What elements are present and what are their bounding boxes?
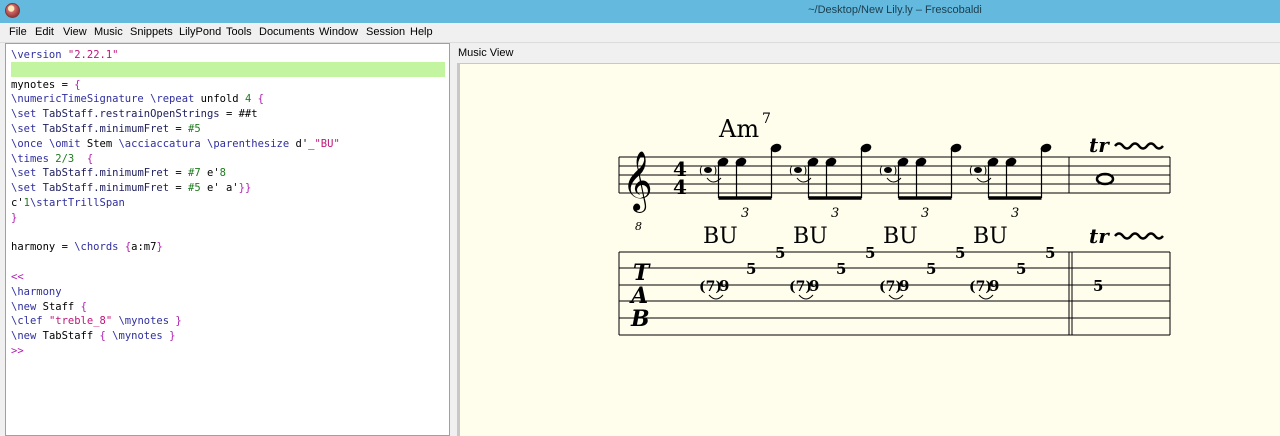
grace-notehead (884, 167, 892, 173)
tab-slur (978, 294, 994, 300)
current-line-highlight (11, 62, 445, 77)
menu-window[interactable]: Window (319, 26, 358, 38)
code-line[interactable]: harmony = \chords {a:m7} (11, 240, 163, 255)
menu-tools[interactable]: Tools (226, 26, 252, 38)
treble-clef-icon: 𝄞 (622, 151, 653, 213)
menu-lilypond[interactable]: LilyPond (179, 26, 221, 38)
tab-fret: 5 (1016, 260, 1026, 278)
grace-paren: ( (699, 164, 703, 177)
tuplet-number: 3 (921, 206, 929, 221)
music-view-label: Music View (458, 47, 514, 59)
bend-text: BU (973, 224, 1008, 249)
tab-measure2-fret: 5 (1093, 277, 1103, 295)
code-line[interactable]: c'1\startTrillSpan (11, 196, 125, 211)
code-line[interactable]: \new Staff { (11, 300, 87, 315)
code-line[interactable]: << (11, 270, 24, 285)
tab-slur (708, 294, 724, 300)
grace-paren: ) (983, 164, 987, 177)
code-line[interactable]: mynotes = { (11, 78, 81, 93)
menu-documents[interactable]: Documents (259, 26, 315, 38)
tab-slur (888, 294, 904, 300)
tab-slur (798, 294, 814, 300)
code-editor[interactable]: \version "2.22.1" mynotes = {\numericTime… (5, 43, 450, 436)
code-line[interactable]: \version "2.22.1" (11, 48, 118, 63)
grace-notehead (794, 167, 802, 173)
trill-wave-tab (1114, 232, 1164, 240)
grace-paren: ) (893, 164, 897, 177)
tab-fret: 9 (899, 277, 909, 295)
menu-snippets[interactable]: Snippets (130, 26, 173, 38)
code-line[interactable]: \set TabStaff.restrainOpenStrings = ##t (11, 107, 258, 122)
code-line[interactable]: \harmony (11, 285, 62, 300)
tab-fret: 5 (836, 260, 846, 278)
menu-music[interactable]: Music (94, 26, 123, 38)
menu-bar: File Edit View Music Snippets LilyPond T… (0, 23, 1280, 43)
tab-fret: 5 (746, 260, 756, 278)
bend-text: BU (793, 224, 828, 249)
menu-help[interactable]: Help (410, 26, 433, 38)
music-view-panel: Music View Am 7 𝄞 8 4 4 ()3()3()3()3 (455, 43, 1280, 436)
menu-file[interactable]: File (9, 26, 27, 38)
bend-text: BU (703, 224, 738, 249)
tab-fret: 5 (865, 244, 875, 262)
treble-notes: () 3 () 3 () 3 () 3 (699, 143, 1052, 221)
tab-fret: 9 (809, 277, 819, 295)
trill-symbol-tab: tr (1089, 224, 1110, 248)
grace-notehead (704, 167, 712, 173)
grace-paren: ( (969, 164, 973, 177)
tab-fret: 5 (1045, 244, 1055, 262)
code-line[interactable]: \clef "treble_8" \mynotes } (11, 314, 182, 329)
time-signature-bottom: 4 (673, 175, 687, 199)
menu-session[interactable]: Session (366, 26, 405, 38)
grace-paren: ) (713, 164, 717, 177)
code-line[interactable]: \new TabStaff { \mynotes } (11, 329, 175, 344)
code-line[interactable]: \set TabStaff.minimumFret = #5 e' a'}} (11, 181, 251, 196)
tuplet-number: 3 (831, 206, 839, 221)
menu-edit[interactable]: Edit (35, 26, 54, 38)
tab-fret: 5 (955, 244, 965, 262)
grace-notehead (974, 167, 982, 173)
tab-fret: 9 (719, 277, 729, 295)
tab-fret: 5 (775, 244, 785, 262)
code-line[interactable]: >> (11, 344, 24, 359)
tuplet-number: 3 (741, 206, 749, 221)
tab-clef-b: B (630, 306, 650, 332)
bend-text: BU (883, 224, 918, 249)
code-line[interactable]: \numericTimeSignature \repeat unfold 4 { (11, 92, 264, 107)
code-line[interactable]: \once \omit Stem \acciaccatura \parenthe… (11, 137, 340, 152)
grace-paren: ) (803, 164, 807, 177)
trill-wave-staff (1114, 142, 1164, 150)
code-line[interactable]: \set TabStaff.minimumFret = #5 (11, 122, 201, 137)
code-line[interactable]: \times 2/3 { (11, 152, 93, 167)
score: Am 7 𝄞 8 4 4 ()3()3()3()3 tr BU BU BU… (618, 111, 1171, 336)
code-line[interactable]: } (11, 211, 17, 226)
tuplet-number: 3 (1011, 206, 1019, 221)
music-view-canvas[interactable]: Am 7 𝄞 8 4 4 () 3() 3() 3() 3 tr BU BU B… (457, 63, 1280, 436)
grace-paren: ( (879, 164, 883, 177)
grace-paren: ( (789, 164, 793, 177)
clef-octave-mark: 8 (635, 220, 642, 233)
code-line[interactable]: \set TabStaff.minimumFret = #7 e'8 (11, 166, 226, 181)
tab-fret: 9 (989, 277, 999, 295)
chord-superscript: 7 (762, 111, 771, 127)
chord-name: Am (718, 115, 759, 143)
menu-view[interactable]: View (63, 26, 87, 38)
tab-fret: 5 (926, 260, 936, 278)
trill-symbol-staff: tr (1089, 133, 1110, 157)
window-title: ~/Desktop/New Lily.ly – Frescobaldi (808, 4, 982, 16)
frescobaldi-app-icon[interactable] (5, 3, 20, 18)
title-bar: ~/Desktop/New Lily.ly – Frescobaldi (0, 0, 1280, 23)
